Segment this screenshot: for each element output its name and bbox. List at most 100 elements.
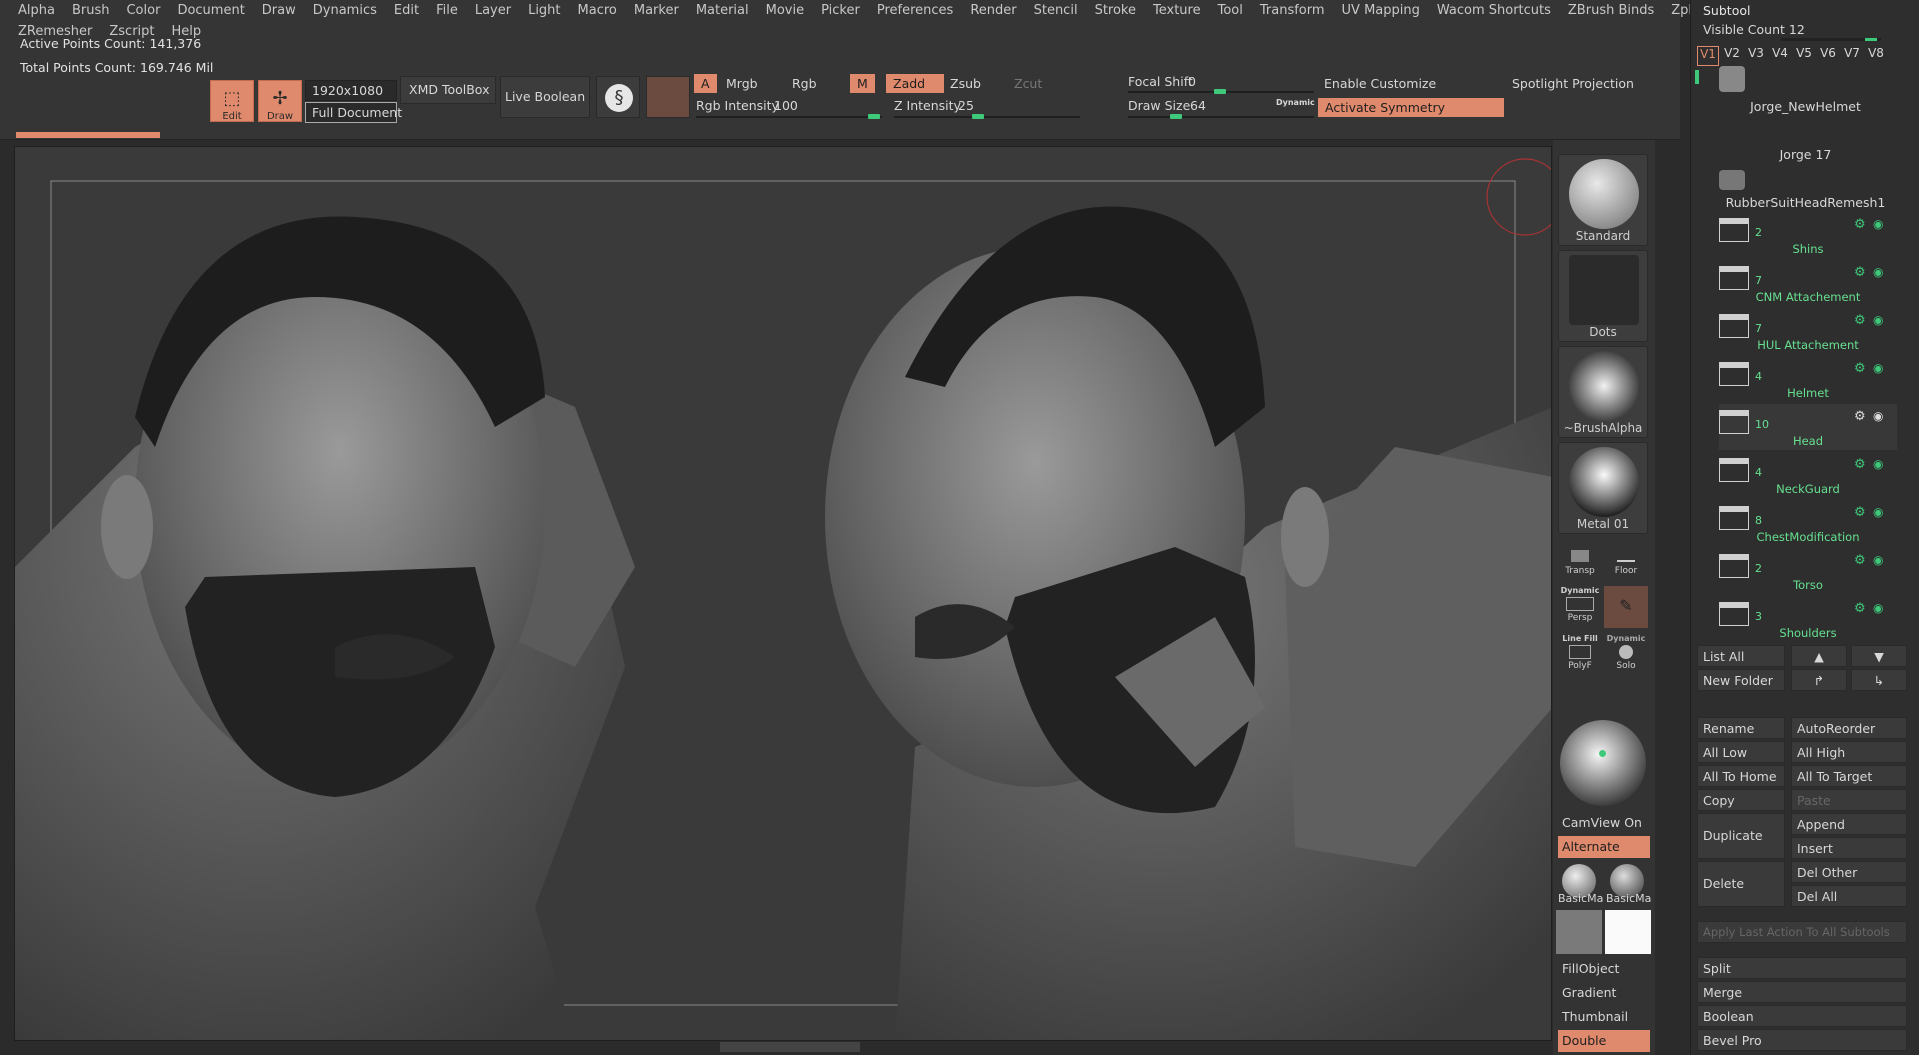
menu-item-marker[interactable]: Marker [626, 0, 688, 21]
menu-item-stencil[interactable]: Stencil [1026, 0, 1087, 21]
color-swatch-white[interactable] [1605, 910, 1651, 954]
bevel-pro-button[interactable]: Bevel Pro [1697, 1029, 1907, 1051]
subtool-scroll-indicator[interactable] [1695, 70, 1699, 84]
eye-icon[interactable]: ◉ [1873, 218, 1889, 230]
merge-button[interactable]: Merge [1697, 981, 1907, 1003]
camview-gizmo[interactable] [1560, 720, 1646, 806]
eye-icon[interactable]: ◉ [1873, 266, 1889, 278]
eye-icon[interactable]: ◉ [1873, 506, 1889, 518]
material-metal01[interactable]: Metal 01 [1558, 442, 1648, 534]
texture-swatch[interactable] [646, 76, 690, 118]
all-high-button[interactable]: All High [1791, 741, 1907, 763]
spotlight-toggle[interactable]: § [596, 76, 640, 118]
version-tab-v8[interactable]: V8 [1865, 46, 1887, 66]
version-tab-v2[interactable]: V2 [1721, 46, 1743, 66]
menu-item-layer[interactable]: Layer [467, 0, 520, 21]
menu-item-document[interactable]: Document [169, 0, 253, 21]
menu-item-stroke[interactable]: Stroke [1087, 0, 1145, 21]
menu-item-material[interactable]: Material [688, 0, 758, 21]
duplicate-button[interactable]: Duplicate [1697, 813, 1785, 859]
move-up-button[interactable]: ▲ [1791, 645, 1847, 667]
gear-icon[interactable]: ⚙ [1854, 506, 1867, 519]
gear-icon[interactable]: ⚙ [1854, 410, 1867, 423]
visible-count-slider[interactable] [1781, 38, 1881, 41]
version-tab-v1[interactable]: V1 [1697, 46, 1719, 66]
move-down-button[interactable]: ▼ [1851, 645, 1907, 667]
subtool-folder-chestmodification[interactable]: 8 ChestModification ⚙ ◉ [1719, 500, 1897, 546]
eye-icon[interactable]: ◉ [1873, 362, 1889, 374]
menu-item-brush[interactable]: Brush [64, 0, 119, 21]
focal-shift-knob[interactable] [1214, 89, 1226, 94]
version-tab-v5[interactable]: V5 [1793, 46, 1815, 66]
version-tab-v3[interactable]: V3 [1745, 46, 1767, 66]
draw-size-slider[interactable] [1128, 116, 1314, 118]
camview-toggle[interactable]: CamView On [1558, 812, 1650, 834]
subtool-folder-head[interactable]: 10 Head ⚙ ◉ [1719, 404, 1897, 450]
menu-item-transform[interactable]: Transform [1252, 0, 1334, 21]
menu-item-edit[interactable]: Edit [386, 0, 428, 21]
edit-button[interactable]: ⬚ Edit [210, 80, 254, 122]
menu-item-texture[interactable]: Texture [1145, 0, 1210, 21]
floor-button[interactable]: Floor [1604, 546, 1648, 588]
gear-icon[interactable]: ⚙ [1854, 218, 1867, 231]
polyf-button[interactable]: Line Fill PolyF [1558, 634, 1602, 676]
rgb-button[interactable]: Rgb [792, 76, 817, 91]
alpha-brushalpha[interactable]: ~BrushAlpha [1558, 346, 1648, 438]
resolution-field[interactable]: 1920x1080 [305, 80, 397, 101]
eye-icon[interactable]: ◉ [1873, 458, 1889, 470]
solo-button[interactable]: Dynamic Solo [1604, 634, 1648, 676]
delete-button[interactable]: Delete [1697, 861, 1785, 907]
menu-item-preferences[interactable]: Preferences [869, 0, 962, 21]
color-swatch-gray[interactable] [1556, 910, 1602, 954]
gear-icon[interactable]: ⚙ [1854, 362, 1867, 375]
all-to-home-button[interactable]: All To Home [1697, 765, 1785, 787]
fillobject-button[interactable]: FillObject [1558, 958, 1650, 980]
gear-icon[interactable]: ⚙ [1854, 458, 1867, 471]
helmet-mesh-thumb-icon[interactable] [1719, 66, 1745, 92]
boolean-button[interactable]: Boolean [1697, 1005, 1907, 1027]
menu-item-dynamics[interactable]: Dynamics [305, 0, 386, 21]
subtool-folder-helmet[interactable]: 4 Helmet ⚙ ◉ [1719, 356, 1897, 402]
double-button[interactable]: Double [1558, 1030, 1650, 1052]
brush-standard[interactable]: Standard [1558, 154, 1648, 246]
canvas-scroll-handle[interactable] [720, 1042, 860, 1052]
menu-item-movie[interactable]: Movie [758, 0, 813, 21]
menu-item-render[interactable]: Render [962, 0, 1025, 21]
enable-customize-button[interactable]: Enable Customize [1318, 74, 1504, 93]
zcut-button[interactable]: Zcut [1014, 76, 1042, 91]
menu-item-zbrush-binds[interactable]: ZBrush Binds [1560, 0, 1663, 21]
gear-icon[interactable]: ⚙ [1854, 314, 1867, 327]
subtool-mesh-name[interactable]: RubberSuitHeadRemesh1 [1691, 195, 1919, 210]
eye-icon[interactable]: ◉ [1873, 554, 1889, 566]
mrgb-button[interactable]: Mrgb [726, 76, 758, 91]
paste-button[interactable]: Paste [1791, 789, 1907, 811]
all-to-target-button[interactable]: All To Target [1791, 765, 1907, 787]
subtool-folder-torso[interactable]: 2 Torso ⚙ ◉ [1719, 548, 1897, 594]
z-intensity-slider[interactable] [894, 116, 1080, 118]
eye-icon[interactable]: ◉ [1873, 410, 1889, 422]
list-all-button[interactable]: List All [1697, 645, 1785, 667]
split-button[interactable]: Split [1697, 957, 1907, 979]
subtool-folder-cnm-attachement[interactable]: 7 CNM Attachement ⚙ ◉ [1719, 260, 1897, 306]
move-folder-down-button[interactable]: ↳ [1851, 669, 1907, 691]
draw-size-knob[interactable] [1170, 114, 1182, 119]
activate-symmetry-button[interactable]: Activate Symmetry [1318, 98, 1504, 117]
menu-item-picker[interactable]: Picker [813, 0, 869, 21]
gear-icon[interactable]: ⚙ [1854, 602, 1867, 615]
alternate-button[interactable]: Alternate [1558, 836, 1650, 858]
persp-button[interactable]: Dynamic Persp [1558, 586, 1602, 628]
rubber-suit-thumb-icon[interactable] [1719, 170, 1745, 190]
move-folder-up-button[interactable]: ↱ [1791, 669, 1847, 691]
live-boolean-button[interactable]: Live Boolean [500, 76, 590, 118]
apply-last-action-button[interactable]: Apply Last Action To All Subtools [1697, 921, 1907, 943]
xmd-toolbox-button[interactable]: XMD ToolBox [400, 76, 496, 104]
gear-icon[interactable]: ⚙ [1854, 266, 1867, 279]
eye-icon[interactable]: ◉ [1873, 314, 1889, 326]
a-toggle[interactable]: A [694, 74, 717, 93]
rgb-intensity-slider[interactable] [696, 116, 882, 118]
subtool-folder-shoulders[interactable]: 3 Shoulders ⚙ ◉ [1719, 596, 1897, 642]
eye-icon[interactable]: ◉ [1873, 602, 1889, 614]
thumbnail-button[interactable]: Thumbnail [1558, 1006, 1650, 1028]
menu-item-tool[interactable]: Tool [1210, 0, 1252, 21]
gradient-button[interactable]: Gradient [1558, 982, 1650, 1004]
